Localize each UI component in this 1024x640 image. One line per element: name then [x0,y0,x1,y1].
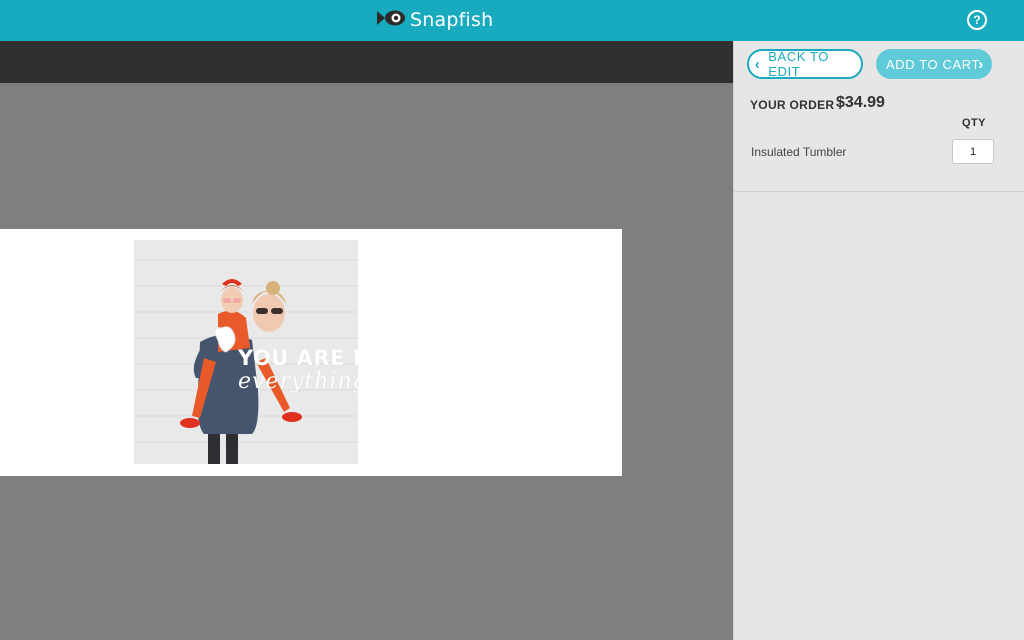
design-canvas: YOU ARE MY everything [0,83,733,640]
order-price: $34.99 [836,94,885,111]
editor-toolbar [0,41,733,83]
photo-caption-line2: everything [238,369,358,394]
order-sidebar: ‹ BACK TO EDIT ADD TO CART › YOUR ORDER … [733,41,1024,640]
snapfish-logo[interactable]: Snapfish [376,7,493,33]
chevron-right-icon: › [978,55,984,73]
product-name: Insulated Tumbler [751,145,847,159]
order-label: YOUR ORDER : [750,98,843,112]
tumbler-wrap-preview: YOU ARE MY everything [0,229,622,476]
snapfish-fish-icon [376,8,406,33]
quantity-input[interactable] [952,139,994,164]
qty-header: QTY [962,117,986,129]
add-to-cart-label: ADD TO CART [886,56,981,72]
add-to-cart-button[interactable]: ADD TO CART › [876,49,992,79]
order-summary: ‹ BACK TO EDIT ADD TO CART › YOUR ORDER … [734,41,1024,192]
chevron-left-icon: ‹ [754,55,761,73]
photo-caption-line1: YOU ARE MY [238,346,358,370]
top-bar: Snapfish ? [0,0,1024,41]
brand-name: Snapfish [410,9,494,31]
photo-preview[interactable]: YOU ARE MY everything [134,240,358,464]
back-to-edit-label: BACK TO EDIT [768,49,830,79]
help-icon[interactable]: ? [967,10,987,30]
back-to-edit-button[interactable]: ‹ BACK TO EDIT [747,49,863,79]
